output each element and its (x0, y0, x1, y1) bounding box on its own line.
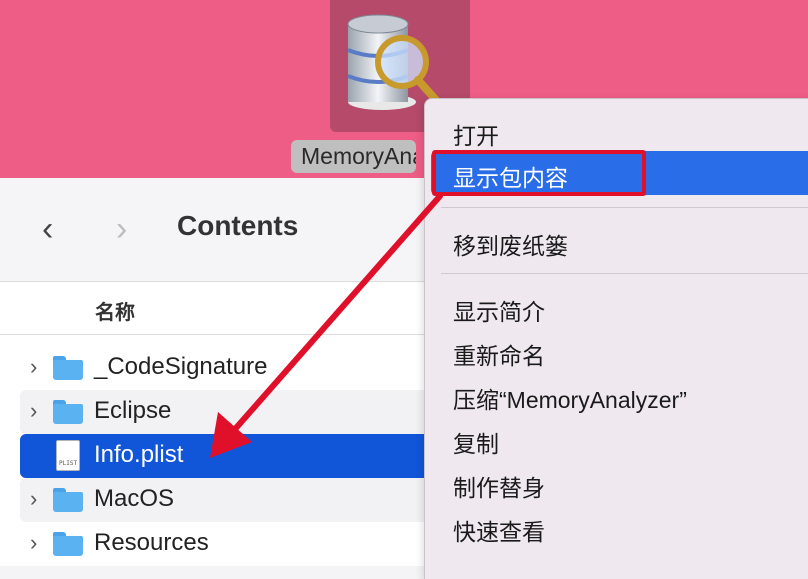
column-header-label: 名称 (95, 302, 135, 324)
list-item-selected[interactable]: PLIST Info.plist (20, 434, 440, 478)
list-item[interactable]: › Eclipse (20, 390, 440, 434)
window-title: Contents (177, 210, 299, 241)
menu-item-get-info[interactable]: 显示简介 (453, 293, 545, 327)
disclosure-chevron-icon[interactable]: › (30, 530, 46, 556)
item-name: MacOS (94, 485, 175, 512)
item-name: _CodeSignature (94, 353, 268, 380)
item-name: Info.plist (94, 441, 184, 468)
disclosure-chevron-icon[interactable]: › (30, 354, 46, 380)
disclosure-chevron-icon[interactable]: › (30, 398, 46, 424)
menu-item-duplicate[interactable]: 复制 (453, 425, 499, 459)
plist-file-icon: PLIST (56, 440, 80, 471)
menu-item-quick-look[interactable]: 快速查看 (453, 513, 545, 547)
item-name: Resources (94, 529, 209, 556)
list-item[interactable]: › MacOS (20, 478, 440, 522)
menu-item-compress[interactable]: 压缩“MemoryAnalyzer” (453, 381, 687, 415)
menu-separator (441, 273, 808, 274)
app-name-label[interactable]: MemoryAnalyzer (291, 140, 416, 173)
menu-item-open[interactable]: 打开 (453, 117, 499, 151)
list-item[interactable]: › Resources (20, 522, 440, 566)
back-button[interactable]: ‹ (42, 212, 53, 246)
item-name: Eclipse (94, 397, 172, 424)
folder-icon (53, 488, 83, 512)
folder-icon (53, 532, 83, 556)
list-item[interactable]: › _CodeSignature (20, 346, 440, 390)
forward-button[interactable]: › (116, 212, 127, 246)
menu-item-make-alias[interactable]: 制作替身 (453, 469, 545, 503)
folder-icon (53, 400, 83, 424)
annotation-highlight-box (432, 150, 646, 196)
menu-separator (441, 207, 808, 208)
menu-item-rename[interactable]: 重新命名 (453, 337, 545, 371)
disclosure-chevron-icon[interactable]: › (30, 486, 46, 512)
folder-icon (53, 356, 83, 380)
menu-item-move-to-trash[interactable]: 移到废纸篓 (453, 227, 568, 261)
file-type-badge: PLIST (59, 460, 78, 467)
